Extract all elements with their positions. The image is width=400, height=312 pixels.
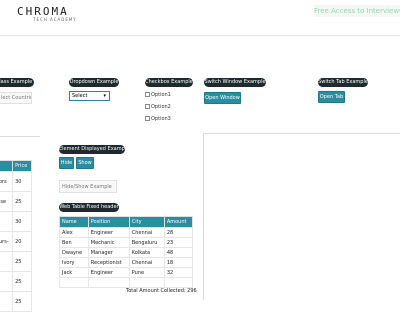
section-divider: [203, 133, 204, 300]
checkbox-example-title: Checkbox Example: [145, 78, 193, 87]
checkbox-option1[interactable]: Option1: [145, 92, 171, 98]
header-band: [0, 36, 400, 48]
table-cell: Chennai: [128, 257, 165, 268]
class-example-title: Class Example: [0, 78, 34, 87]
site-header: CHROMA TECH ACADEMY Free Access to Inter…: [0, 0, 400, 36]
table-cell: 20: [12, 231, 32, 252]
table-cell: Ivory: [59, 257, 89, 268]
checkbox-box[interactable]: [145, 92, 150, 97]
free-access-link[interactable]: Free Access to InterviewQ: [314, 5, 400, 17]
table-row: ise 25: [0, 191, 32, 212]
element-displayed-title: Element Displayed Example: [59, 145, 125, 154]
left-web-table: Price ors 30 ise 25 30 urs- 20 25 25: [0, 160, 32, 312]
column-header: Name: [59, 216, 89, 228]
table-row: urs- 20: [0, 231, 32, 252]
checkbox-box[interactable]: [145, 104, 150, 109]
table-cell: Alex: [59, 227, 89, 238]
dropdown-selected-value: Select: [72, 93, 88, 99]
checkbox-label: Option3: [151, 116, 171, 122]
checkbox-label: Option2: [151, 104, 171, 110]
switch-tab-title: Switch Tab Example: [318, 78, 368, 87]
switch-window-title: Switch Window Example: [204, 78, 266, 87]
hide-show-input[interactable]: Hide/Show Example: [59, 180, 117, 193]
table-row: 25: [0, 291, 32, 312]
table-cell: 30: [12, 171, 32, 192]
table-cell: 32: [163, 267, 194, 278]
table-row: 25: [0, 251, 32, 272]
column-header: City: [128, 216, 165, 228]
table-cell: 25: [12, 191, 32, 212]
dropdown-example-title: Dropdown Example: [69, 78, 119, 87]
table-cell: Engineer: [87, 267, 130, 278]
table-cell: ise: [0, 191, 14, 212]
table-row: [59, 277, 194, 288]
checkbox-box[interactable]: [145, 116, 150, 121]
table-cell: [128, 277, 165, 288]
table-cell: 23: [163, 237, 194, 248]
table-cell: Mechanic: [87, 237, 130, 248]
dropdown-select[interactable]: Select ▾: [69, 91, 110, 101]
table-cell: Ben: [59, 237, 89, 248]
table-cell: Dwayne: [59, 247, 89, 258]
column-header: Price: [12, 160, 32, 172]
web-table: Name Position City Amount Alex Engineer …: [59, 216, 194, 288]
open-tab-button[interactable]: Open Tab: [318, 91, 345, 103]
chevron-down-icon: ▾: [103, 93, 106, 99]
checkbox-label: Option1: [151, 92, 171, 98]
table-row: Ivory Receptionist Chennai 18: [59, 257, 194, 268]
table-row: 30: [0, 211, 32, 232]
checkbox-option3[interactable]: Option3: [145, 116, 171, 122]
table-cell: urs-: [0, 231, 14, 252]
table-row: Ben Mechanic Bengaluru 23: [59, 237, 194, 248]
section-divider: [203, 133, 400, 134]
column-header: Amount: [163, 216, 194, 228]
table-cell: 18: [163, 257, 194, 268]
table-cell: Chennai: [128, 227, 165, 238]
table-row: Alex Engineer Chennai 28: [59, 227, 194, 238]
table-row: 25: [0, 271, 32, 292]
table-cell: [0, 211, 14, 232]
class-example-input[interactable]: lect Countries: [0, 92, 32, 104]
show-button[interactable]: Show: [76, 157, 94, 169]
table-cell: ors: [0, 171, 14, 192]
column-header: Position: [87, 216, 130, 228]
table-cell: [163, 277, 194, 288]
hide-button[interactable]: Hide: [59, 157, 74, 169]
table-row: ors 30: [0, 171, 32, 192]
table-cell: 25: [12, 251, 32, 272]
table-cell: Manager: [87, 247, 130, 258]
total-amount-text: Total Amount Collected: 296: [126, 288, 197, 294]
table-cell: 30: [12, 211, 32, 232]
open-window-button[interactable]: Open Window: [204, 92, 241, 104]
logo-sub: TECH ACADEMY: [33, 17, 77, 22]
table-cell: 28: [163, 227, 194, 238]
table-cell: 48: [163, 247, 194, 258]
table-cell: [87, 277, 130, 288]
table-cell: Pune: [128, 267, 165, 278]
table-row: Dwayne Manager Kolkata 48: [59, 247, 194, 258]
checkbox-option2[interactable]: Option2: [145, 104, 171, 110]
table-cell: Bengaluru: [128, 237, 165, 248]
column-header: [0, 160, 14, 172]
table-row: Jack Engineer Pune 32: [59, 267, 194, 278]
table-cell: Engineer: [87, 227, 130, 238]
section-divider: [0, 136, 40, 137]
table-cell: [0, 291, 14, 312]
table-cell: [0, 251, 14, 272]
table-cell: 25: [12, 291, 32, 312]
table-cell: Jack: [59, 267, 89, 278]
web-table-fixed-title: Web Table Fixed header: [59, 203, 119, 212]
table-cell: 25: [12, 271, 32, 292]
table-cell: Receptionist: [87, 257, 130, 268]
table-cell: [0, 271, 14, 292]
table-cell: Kolkata: [128, 247, 165, 258]
table-cell: [59, 277, 89, 288]
